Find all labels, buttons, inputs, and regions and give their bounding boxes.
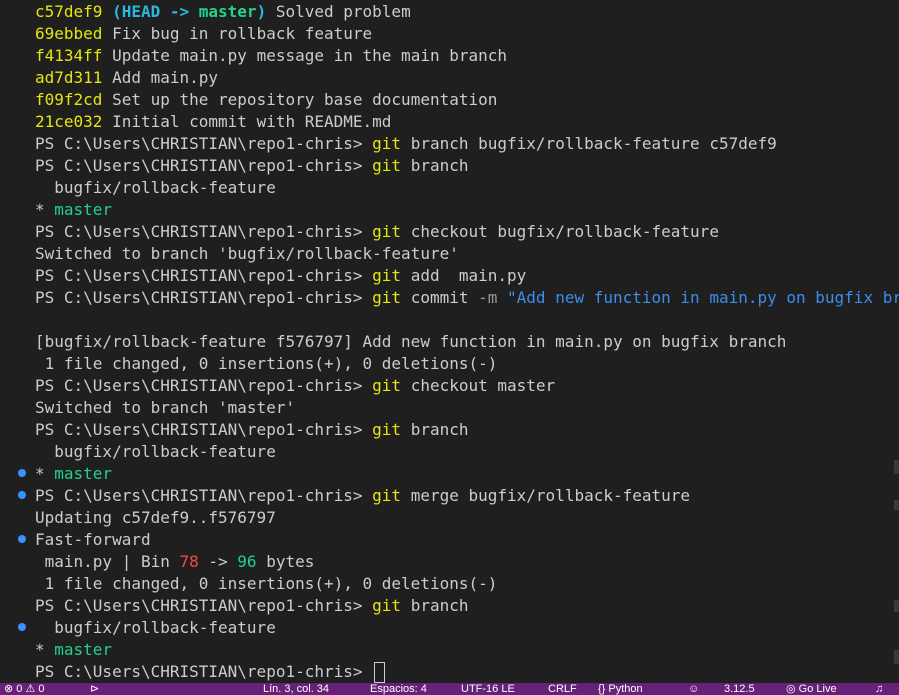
output-line: * master [35,640,113,659]
output-line: 1 file changed, 0 insertions(+), 0 delet… [35,574,498,593]
output-line: * master [35,464,113,483]
scrollbar-marker[interactable] [894,600,899,612]
scrollbar-marker[interactable] [894,460,899,474]
log-line: c57def9 (HEAD -> master) Solved problem [35,2,411,21]
go-live-button[interactable]: ◎ Go Live [786,683,837,695]
prompt-line: PS C:\Users\CHRISTIAN\repo1-chris> git m… [35,486,691,505]
status-bar: ⊗ 0 ⚠ 0 ⊳ Lín. 3, col. 34 Espacios: 4 UT… [0,683,899,695]
prompt-line: PS C:\Users\CHRISTIAN\repo1-chris> git b… [35,420,469,439]
output-line: main.py | Bin 78 -> 96 bytes [35,552,315,571]
python-version[interactable]: 3.12.5 [724,683,755,695]
terminal-cursor [374,662,386,683]
terminal-panel[interactable]: c57def9 (HEAD -> master) Solved problem … [0,0,899,683]
notifications-icon[interactable]: ♫ [875,683,883,695]
prompt-line: PS C:\Users\CHRISTIAN\repo1-chris> git c… [35,288,899,307]
prompt-line: PS C:\Users\CHRISTIAN\repo1-chris> git c… [35,376,556,395]
output-line: * master [35,200,113,219]
log-line: 69ebbed Fix bug in rollback feature [35,24,373,43]
command-decoration-icon[interactable] [18,469,26,477]
output-line: bugfix/rollback-feature [35,442,276,461]
prompt-line: PS C:\Users\CHRISTIAN\repo1-chris> git b… [35,596,469,615]
output-line: Switched to branch 'bugfix/rollback-feat… [35,244,459,263]
problems-indicator[interactable]: ⊗ 0 ⚠ 0 [4,683,44,695]
scrollbar-marker[interactable] [894,650,899,664]
command-decoration-icon[interactable] [18,623,26,631]
output-line: Updating c57def9..f576797 [35,508,276,527]
prompt-line: PS C:\Users\CHRISTIAN\repo1-chris> git b… [35,134,777,153]
output-line: 1 file changed, 0 insertions(+), 0 delet… [35,354,498,373]
language-mode[interactable]: {} Python [598,683,643,695]
copilot-icon[interactable]: ☺ [688,683,699,695]
prompt-line: PS C:\Users\CHRISTIAN\repo1-chris> git a… [35,266,527,285]
encoding[interactable]: UTF-16 LE [461,683,515,695]
log-line: 21ce032 Initial commit with README.md [35,112,392,131]
log-line: ad7d311 Add main.py [35,68,219,87]
command-decoration-icon[interactable] [18,491,26,499]
broadcast-icon: ◎ [786,683,799,695]
scrollbar-marker[interactable] [894,500,899,510]
terminal-gutter [0,0,30,683]
remote-icon[interactable]: ⊳ [90,683,99,695]
output-line: bugfix/rollback-feature [35,618,276,637]
prompt-line: PS C:\Users\CHRISTIAN\repo1-chris> git c… [35,222,719,241]
command-decoration-icon[interactable] [18,535,26,543]
output-line: bugfix/rollback-feature [35,178,276,197]
log-line: f4134ff Update main.py message in the ma… [35,46,508,65]
cursor-position[interactable]: Lín. 3, col. 34 [263,683,329,695]
output-line: Fast-forward [35,530,151,549]
prompt-line: PS C:\Users\CHRISTIAN\repo1-chris> git b… [35,156,469,175]
end-of-line[interactable]: CRLF [548,683,577,695]
output-line: Switched to branch 'master' [35,398,296,417]
output-line: [bugfix/rollback-feature f576797] Add ne… [35,332,787,351]
prompt-line-active[interactable]: PS C:\Users\CHRISTIAN\repo1-chris> [35,661,386,683]
indentation[interactable]: Espacios: 4 [370,683,427,695]
log-line: f09f2cd Set up the repository base docum… [35,90,498,109]
